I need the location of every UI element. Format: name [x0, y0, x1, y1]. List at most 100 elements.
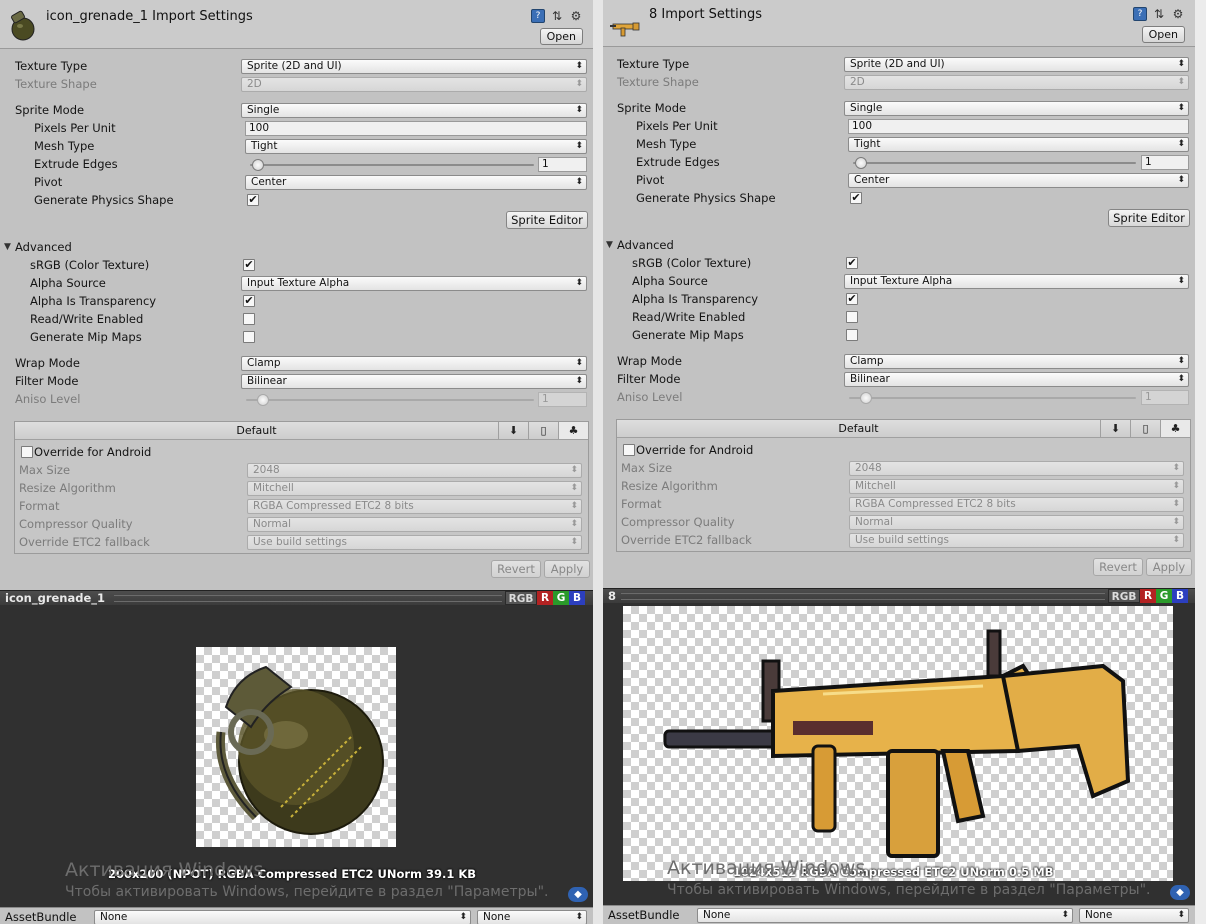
assetbundle-variant-dropdown[interactable]: None [1079, 908, 1189, 923]
revert-button[interactable]: Revert [1093, 558, 1143, 576]
resize-algorithm-label: Resize Algorithm [621, 479, 718, 493]
alpha-is-transparency-checkbox[interactable]: ✔ [243, 295, 255, 307]
filter-mode-dropdown[interactable]: Bilinear [844, 372, 1189, 387]
channel-rgb-toggle[interactable]: RGB [1108, 589, 1140, 603]
texture-type-label: Texture Type [617, 57, 690, 71]
download-icon[interactable]: ⬇ [498, 422, 528, 439]
sprite-mode-dropdown[interactable]: Single [241, 103, 587, 118]
read-write-checkbox[interactable] [846, 311, 858, 323]
srgb-label: sRGB (Color Texture) [632, 256, 752, 270]
channel-r-toggle[interactable]: R [1140, 589, 1156, 603]
advanced-foldout-label[interactable]: Advanced [15, 240, 72, 254]
foldout-expanded-icon[interactable]: ▼ [4, 242, 11, 252]
alpha-source-dropdown[interactable]: Input Texture Alpha [844, 274, 1189, 289]
windows-activation-title: Активация Windows [667, 857, 866, 879]
mesh-type-dropdown[interactable]: Tight [848, 137, 1189, 152]
presets-sliders-icon[interactable]: ⇅ [550, 9, 564, 23]
texture-shape-label: Texture Shape [617, 75, 699, 89]
alpha-source-label: Alpha Source [30, 276, 106, 290]
presets-sliders-icon[interactable]: ⇅ [1152, 7, 1166, 21]
pivot-label: Pivot [636, 173, 665, 187]
pixels-per-unit-label: Pixels Per Unit [34, 121, 116, 135]
help-book-icon[interactable]: ? [1133, 7, 1147, 21]
foldout-expanded-icon[interactable]: ▼ [606, 240, 613, 250]
filter-mode-dropdown[interactable]: Bilinear [241, 374, 587, 389]
preview-asset-name: 8 [608, 589, 617, 603]
assetbundle-dropdown[interactable]: None [94, 910, 471, 924]
pivot-dropdown[interactable]: Center [848, 173, 1189, 188]
generate-physics-shape-checkbox[interactable]: ✔ [850, 192, 862, 204]
texture-shape-label: Texture Shape [15, 77, 97, 91]
extrude-edges-field[interactable]: 1 [538, 157, 587, 172]
channel-g-toggle[interactable]: G [553, 591, 569, 605]
extrude-edges-slider-track[interactable] [250, 164, 534, 166]
mobile-icon[interactable]: ▯ [528, 422, 558, 439]
android-icon[interactable]: ♣ [1160, 420, 1190, 437]
texture-type-dropdown[interactable]: Sprite (2D and UI) [241, 59, 587, 74]
texture-type-dropdown[interactable]: Sprite (2D and UI) [844, 57, 1189, 72]
revert-button[interactable]: Revert [491, 560, 541, 578]
tab-default[interactable]: Default [15, 422, 498, 439]
override-android-checkbox[interactable] [21, 446, 33, 458]
resize-grip[interactable] [114, 595, 502, 602]
aniso-level-field: 1 [538, 392, 587, 407]
open-button[interactable]: Open [1141, 26, 1185, 43]
assetbundle-dropdown[interactable]: None [697, 908, 1073, 923]
pixels-per-unit-field[interactable]: 100 [245, 121, 587, 136]
sprite-editor-button[interactable]: Sprite Editor [506, 211, 588, 229]
assetbundle-variant-dropdown[interactable]: None [477, 910, 587, 924]
extrude-edges-slider-thumb[interactable] [855, 157, 867, 169]
apply-button[interactable]: Apply [544, 560, 590, 578]
channel-g-toggle[interactable]: G [1156, 589, 1172, 603]
sprite-mode-label: Sprite Mode [617, 101, 687, 115]
grenade-image [215, 665, 384, 835]
rifle-thumbnail-icon [610, 22, 640, 37]
pivot-dropdown[interactable]: Center [245, 175, 587, 190]
download-icon[interactable]: ⬇ [1100, 420, 1130, 437]
extrude-edges-slider-track[interactable] [853, 162, 1136, 164]
inspector-panel-right: 8 Import Settings ? ⇅ ⚙ Open Texture Typ… [603, 0, 1195, 924]
android-icon[interactable]: ♣ [558, 422, 588, 439]
advanced-foldout-label[interactable]: Advanced [617, 238, 674, 252]
channel-r-toggle[interactable]: R [537, 591, 553, 605]
wrap-mode-dropdown[interactable]: Clamp [844, 354, 1189, 369]
aniso-level-slider-track [246, 399, 534, 401]
asset-label-icon[interactable]: ◆ [1170, 885, 1190, 900]
extrude-edges-slider-thumb[interactable] [252, 159, 264, 171]
mip-maps-checkbox[interactable] [846, 329, 858, 341]
read-write-checkbox[interactable] [243, 313, 255, 325]
pixels-per-unit-field[interactable]: 100 [848, 119, 1189, 134]
channel-b-toggle[interactable]: B [1172, 589, 1188, 603]
alpha-source-dropdown[interactable]: Input Texture Alpha [241, 276, 587, 291]
gear-icon[interactable]: ⚙ [569, 9, 583, 23]
platform-settings-box: Default ⬇ ▯ ♣ Override for Android Max S… [616, 419, 1191, 552]
channel-b-toggle[interactable]: B [569, 591, 585, 605]
apply-button[interactable]: Apply [1146, 558, 1192, 576]
gear-icon[interactable]: ⚙ [1171, 7, 1185, 21]
alpha-is-transparency-checkbox[interactable]: ✔ [846, 293, 858, 305]
help-book-icon[interactable]: ? [531, 9, 545, 23]
windows-activation-title: Активация Windows [65, 859, 264, 881]
extrude-edges-label: Extrude Edges [636, 155, 720, 169]
resize-algorithm-dropdown: Mitchell [247, 481, 582, 496]
srgb-checkbox[interactable]: ✔ [846, 257, 858, 269]
texture-preview-area: 200x200 (NPOT) RGBA Compressed ETC2 UNor… [0, 605, 593, 907]
asset-label-icon[interactable]: ◆ [568, 887, 588, 902]
resize-algorithm-dropdown: Mitchell [849, 479, 1184, 494]
tab-default[interactable]: Default [617, 420, 1100, 437]
mobile-icon[interactable]: ▯ [1130, 420, 1160, 437]
wrap-mode-dropdown[interactable]: Clamp [241, 356, 587, 371]
channel-rgb-toggle[interactable]: RGB [505, 591, 537, 605]
resize-grip[interactable] [621, 593, 1105, 600]
generate-physics-shape-checkbox[interactable]: ✔ [247, 194, 259, 206]
open-button[interactable]: Open [539, 28, 583, 45]
format-label: Format [19, 499, 60, 513]
srgb-checkbox[interactable]: ✔ [243, 259, 255, 271]
inspector-panel-left: icon_grenade_1 Import Settings ? ⇅ ⚙ Ope… [0, 0, 593, 924]
extrude-edges-field[interactable]: 1 [1141, 155, 1189, 170]
mesh-type-dropdown[interactable]: Tight [245, 139, 587, 154]
override-android-checkbox[interactable] [623, 444, 635, 456]
mip-maps-checkbox[interactable] [243, 331, 255, 343]
sprite-mode-dropdown[interactable]: Single [844, 101, 1189, 116]
sprite-editor-button[interactable]: Sprite Editor [1108, 209, 1190, 227]
